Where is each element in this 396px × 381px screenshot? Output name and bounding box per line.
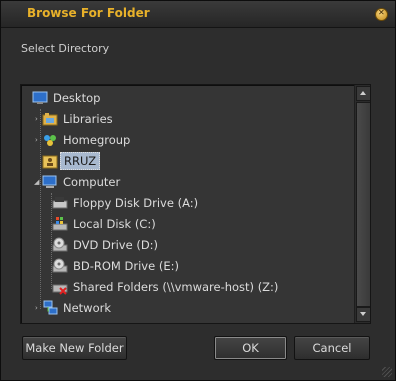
select-directory-label: Select Directory: [21, 42, 110, 55]
title-bar[interactable]: Browse For Folder: [1, 1, 395, 28]
local-disk-icon: [52, 216, 68, 232]
ok-button[interactable]: OK: [214, 336, 287, 360]
tree-item-label: Homegroup: [63, 133, 131, 147]
make-new-folder-button[interactable]: Make New Folder: [22, 336, 127, 360]
homegroup-icon: [42, 132, 58, 148]
user-folder-icon: [42, 153, 58, 169]
window-title: Browse For Folder: [27, 6, 150, 20]
tree-item-label: RRUZ: [60, 152, 101, 170]
tree-item-label: Network: [63, 301, 112, 315]
tree-item-label: DVD Drive (D:): [73, 238, 159, 252]
desktop-icon: [32, 90, 48, 106]
resize-grip-icon[interactable]: [382, 367, 392, 377]
browse-for-folder-dialog: Browse For Folder Select Directory Deskt…: [0, 0, 396, 381]
bd-rom-drive-icon: [52, 258, 68, 274]
scroll-up-arrow-icon[interactable]: [356, 86, 370, 101]
expand-icon[interactable]: ›: [35, 137, 41, 144]
vertical-scrollbar[interactable]: [354, 85, 370, 323]
collapse-icon[interactable]: ◢: [34, 179, 40, 186]
network-drive-icon: [52, 279, 68, 295]
network-icon: [42, 300, 58, 316]
cancel-button[interactable]: Cancel: [294, 336, 370, 360]
computer-icon: [42, 174, 58, 190]
tree-item-label: Shared Folders (\\vmware-host) (Z:): [73, 280, 279, 294]
libraries-icon: [42, 111, 58, 127]
tree-item-label: Desktop: [53, 91, 101, 105]
floppy-drive-icon: [52, 195, 68, 211]
tree-item-label: Local Disk (C:): [73, 217, 156, 231]
dvd-drive-icon: [52, 237, 68, 253]
expand-icon[interactable]: ›: [35, 116, 41, 123]
folder-tree[interactable]: Desktop › Libraries › Homegroup RRUZ ◢ C…: [20, 84, 371, 324]
tree-item-label: Floppy Disk Drive (A:): [73, 196, 199, 210]
tree-item-label: BD-ROM Drive (E:): [73, 259, 179, 273]
expand-icon[interactable]: ›: [35, 305, 41, 312]
tree-item-label: Computer: [63, 175, 121, 189]
scrollbar-thumb[interactable]: [356, 102, 370, 307]
tree-item-label: Libraries: [63, 112, 113, 126]
close-icon[interactable]: [375, 8, 388, 21]
scroll-down-arrow-icon[interactable]: [356, 307, 370, 322]
